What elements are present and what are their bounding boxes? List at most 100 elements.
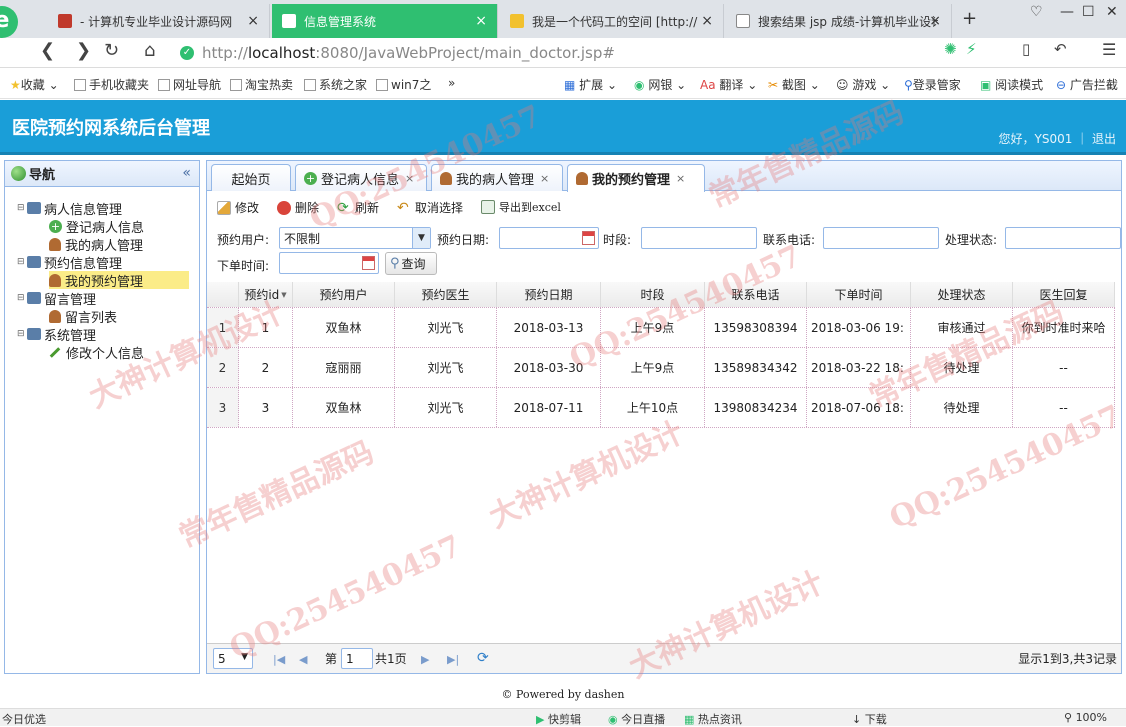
user-greeting-logout[interactable]: 您好，YS001 ｜ 退出 <box>999 130 1116 147</box>
calendar-icon[interactable] <box>582 231 595 245</box>
browser-tab-2[interactable]: 信息管理系统 × <box>272 4 498 38</box>
nav-group-appointment[interactable]: ⊟ 预约信息管理 <box>17 253 122 272</box>
calendar-icon[interactable] <box>362 256 375 270</box>
date-filter-input[interactable] <box>499 227 599 249</box>
lightning-icon[interactable]: ⚡ <box>966 40 977 58</box>
prev-page-icon[interactable]: ◀ <box>299 653 307 666</box>
close-tab-icon[interactable]: × <box>701 13 713 29</box>
delete-button[interactable]: 删除 <box>277 199 319 216</box>
bookmarks-more-button[interactable]: » <box>448 76 455 90</box>
status-zoom[interactable]: ⚲ 100% <box>1064 711 1107 724</box>
back-button[interactable]: ❮ <box>40 40 55 61</box>
column-header[interactable]: 联系电话 <box>705 282 807 307</box>
page-size-select[interactable]: 5 ▼ <box>213 648 253 669</box>
bank-menu[interactable]: ◉ 网银 ⌄ <box>634 76 686 93</box>
column-header[interactable]: 预约用户 <box>293 282 395 307</box>
mobile-icon[interactable]: ▯ <box>1022 40 1030 58</box>
column-header[interactable]: 预约id ▼ <box>239 282 293 307</box>
bookmark-item[interactable]: 手机收藏夹 <box>74 76 149 93</box>
bookmark-favorites[interactable]: ★收藏 ⌄ <box>10 76 59 93</box>
close-tab-icon[interactable]: × <box>475 13 487 29</box>
refresh-icon[interactable]: ⟳ <box>477 650 489 666</box>
accelerate-icon[interactable]: ✺ <box>944 40 957 58</box>
add-icon: + <box>304 171 317 185</box>
export-excel-button[interactable]: 导出到excel <box>481 199 561 215</box>
close-tab-icon[interactable]: × <box>247 13 259 29</box>
forward-button[interactable]: ❯ <box>76 40 91 61</box>
column-header[interactable]: 时段 <box>601 282 705 307</box>
cancel-select-button[interactable]: ↶ 取消选择 <box>397 199 463 216</box>
page-number-input[interactable]: 1 <box>341 648 373 669</box>
bookmark-item[interactable]: 系统之家 <box>304 76 367 93</box>
period-filter-input[interactable] <box>641 227 757 249</box>
table-row[interactable]: 2 2 寇丽丽 刘光飞 2018-03-30 上午9点 13589834342 … <box>207 348 1115 388</box>
maximize-button[interactable]: ☐ <box>1082 4 1095 20</box>
tab-register-patient[interactable]: + 登记病人信息 × <box>295 164 427 191</box>
table-row[interactable]: 3 3 双鱼林 刘光飞 2018-07-11 上午10点 13980834234… <box>207 388 1115 428</box>
reload-button[interactable]: ↻ <box>104 40 119 61</box>
home-button[interactable]: ⌂ <box>144 40 155 61</box>
page-footer: © Powered by dashen <box>501 688 625 701</box>
undo-icon[interactable]: ↶ <box>1054 40 1067 58</box>
status-item-news[interactable]: ▦ 热点资讯 <box>684 711 742 727</box>
order-time-filter-input[interactable] <box>279 252 379 274</box>
nav-item-register-patient[interactable]: + 登记病人信息 <box>49 217 144 236</box>
status-filter-label: 处理状态: <box>945 233 998 247</box>
edit-button[interactable]: 修改 <box>217 199 259 216</box>
last-page-icon[interactable]: ▶| <box>447 653 459 666</box>
bookmark-item[interactable]: 淘宝热卖 <box>230 76 293 93</box>
table-cell: 待处理 <box>911 388 1013 427</box>
nav-item-edit-profile[interactable]: 修改个人信息 <box>49 343 144 362</box>
minimize-button[interactable]: — <box>1060 4 1074 20</box>
tab-my-patients[interactable]: 我的病人管理 × <box>431 164 563 191</box>
column-header[interactable]: 下单时间 <box>807 282 911 307</box>
refresh-button[interactable]: ⟳ 刷新 <box>337 199 379 216</box>
column-header[interactable]: 医生回复 <box>1013 282 1115 307</box>
close-tab-icon[interactable]: × <box>405 172 414 185</box>
nav-group-system[interactable]: ⊟ 系统管理 <box>17 325 96 344</box>
nav-item-my-patients[interactable]: 我的病人管理 <box>49 235 143 254</box>
nav-group-patient[interactable]: ⊟ 病人信息管理 <box>17 199 122 218</box>
column-header[interactable]: 预约日期 <box>497 282 601 307</box>
close-tab-icon[interactable]: × <box>929 13 941 29</box>
extensions-menu[interactable]: ▦ 扩展 ⌄ <box>564 76 617 93</box>
user-filter-select[interactable]: 不限制 ▼ <box>279 227 431 249</box>
tab-my-appointments[interactable]: 我的预约管理 × <box>567 164 705 192</box>
close-tab-icon[interactable]: × <box>540 172 549 185</box>
query-button[interactable]: ⚲ 查询 <box>385 252 437 275</box>
adblock[interactable]: ⊖ 广告拦截 <box>1056 76 1118 93</box>
bookmark-item[interactable]: 网址导航 <box>158 76 221 93</box>
close-tab-icon[interactable]: × <box>676 172 685 185</box>
nav-item-my-appointments[interactable]: 我的预约管理 <box>49 271 189 290</box>
tab-home[interactable]: 起始页 <box>211 164 291 191</box>
url-field[interactable]: ✓ http://localhost:8080/JavaWebProject/m… <box>180 41 940 65</box>
browser-tab-4[interactable]: 搜索结果 jsp 成绩-计算机毕业设计 × <box>726 4 952 38</box>
status-item-clip[interactable]: ▶ 快剪辑 <box>536 711 581 727</box>
browser-status-bar: 今日优选 ▶ 快剪辑 ◉ 今日直播 ▦ 热点资讯 ↓ 下载 ⚲ 100% <box>0 708 1126 726</box>
first-page-icon[interactable]: |◀ <box>273 653 285 666</box>
table-cell: 13598308394 <box>705 308 807 347</box>
status-item-download[interactable]: ↓ 下载 <box>852 711 887 727</box>
column-header[interactable]: 处理状态 <box>911 282 1013 307</box>
nav-group-messages[interactable]: ⊟ 留言管理 <box>17 289 96 308</box>
skin-icon[interactable]: ♡ <box>1030 4 1043 20</box>
new-tab-button[interactable]: + <box>962 8 977 29</box>
reading-mode[interactable]: ▣ 阅读模式 <box>980 76 1043 93</box>
bookmark-item[interactable]: win7之 <box>376 76 431 93</box>
browser-tab-3[interactable]: 我是一个代码工的空间 [http:// × <box>500 4 724 38</box>
menu-icon[interactable]: ☰ <box>1102 40 1116 59</box>
status-filter-input[interactable] <box>1005 227 1121 249</box>
close-window-button[interactable]: ✕ <box>1106 4 1118 20</box>
login-manager[interactable]: ⚲登录管家 <box>904 76 961 93</box>
games-menu[interactable]: ☺ 游戏 ⌄ <box>836 76 890 93</box>
collapse-icon[interactable]: « <box>182 165 191 181</box>
nav-item-message-list[interactable]: 留言列表 <box>49 307 117 326</box>
translate-menu[interactable]: Aa 翻译 ⌄ <box>700 76 757 93</box>
status-item-live[interactable]: ◉ 今日直播 <box>608 711 665 727</box>
next-page-icon[interactable]: ▶ <box>421 653 429 666</box>
table-row[interactable]: 1 1 双鱼林 刘光飞 2018-03-13 上午9点 13598308394 … <box>207 308 1115 348</box>
browser-tab-1[interactable]: - 计算机专业毕业设计源码网 × <box>48 4 270 38</box>
column-header[interactable]: 预约医生 <box>395 282 497 307</box>
phone-filter-input[interactable] <box>823 227 939 249</box>
screenshot-menu[interactable]: ✂ 截图 ⌄ <box>768 76 820 93</box>
